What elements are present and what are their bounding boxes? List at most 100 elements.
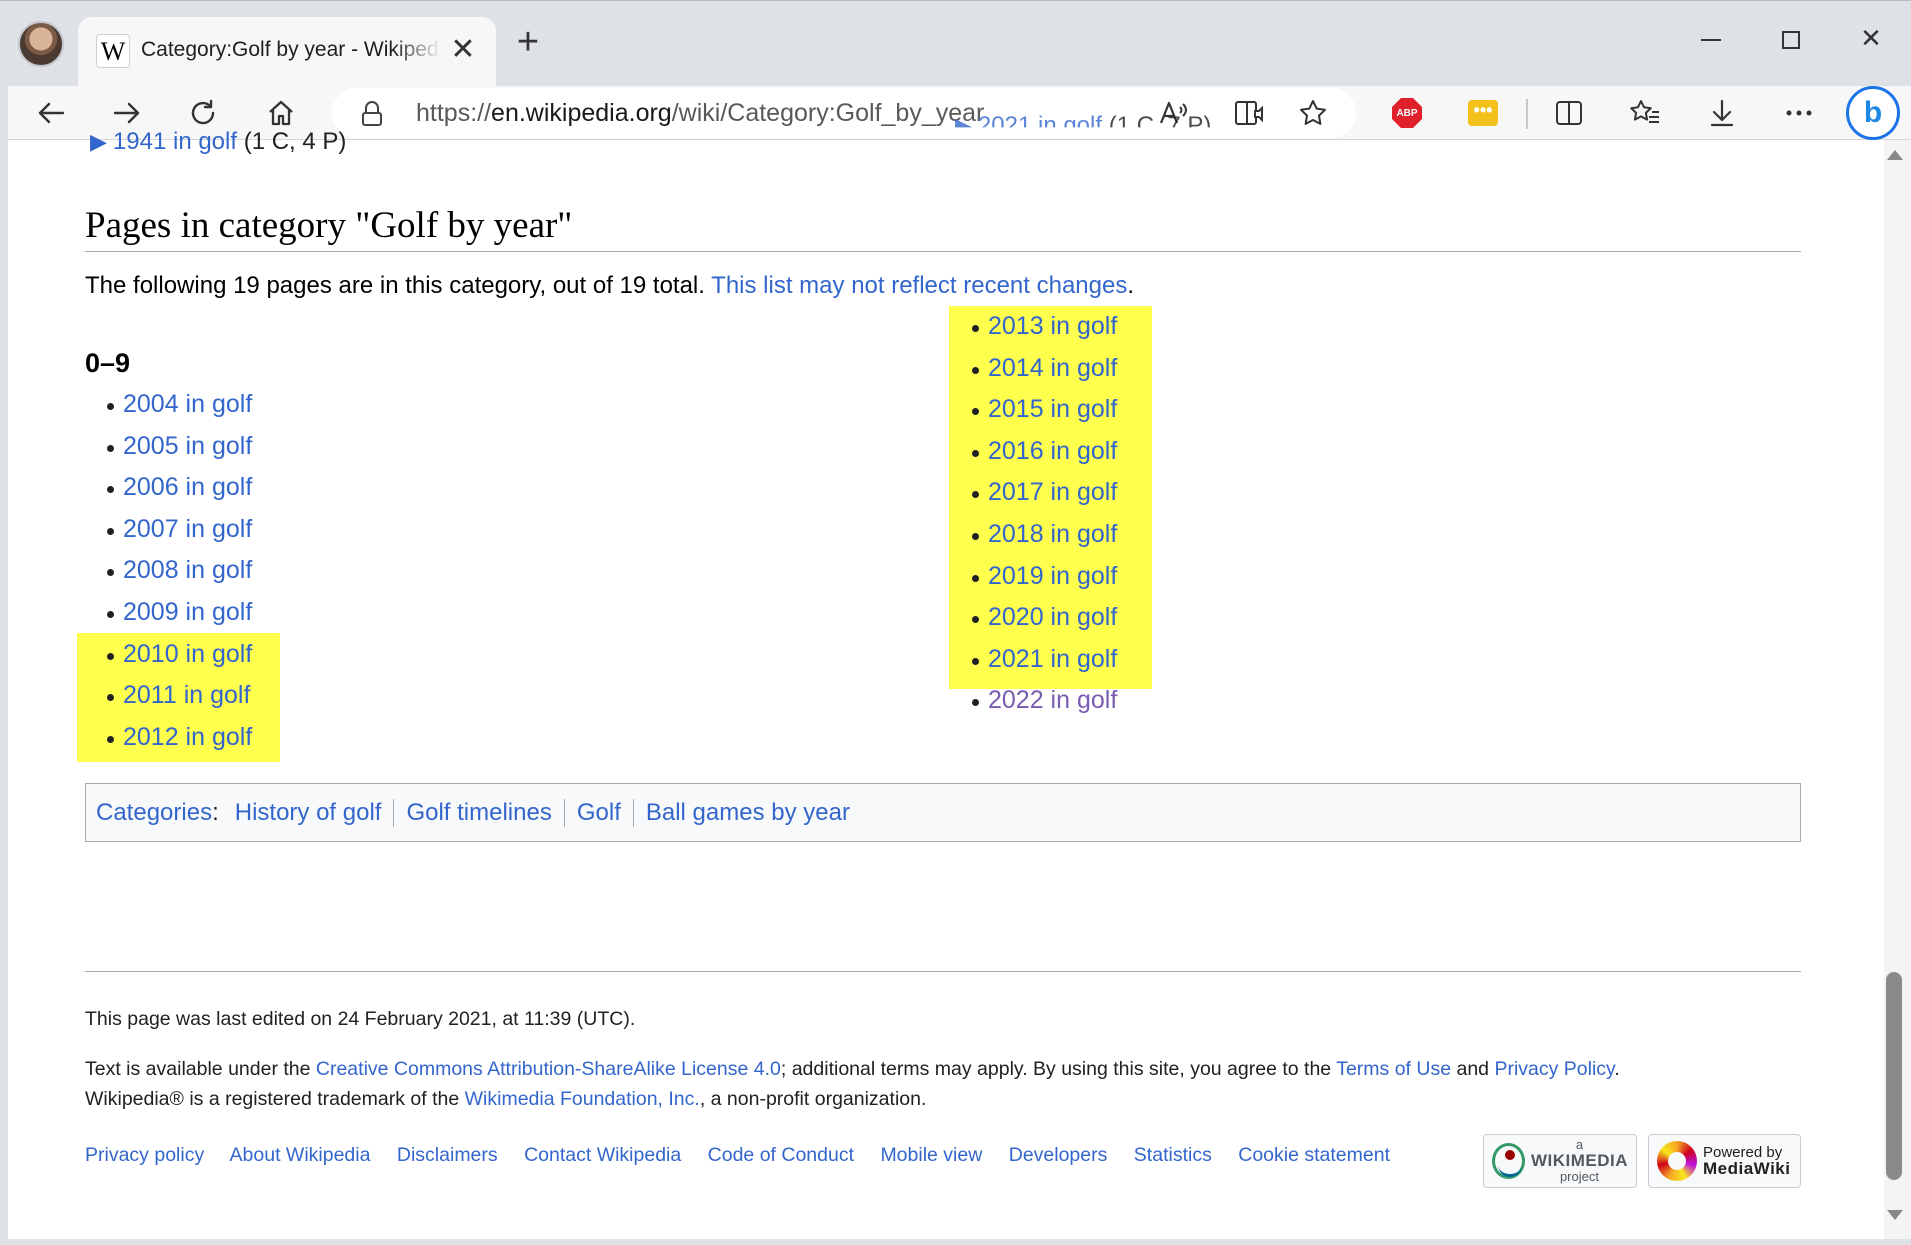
extension-icon[interactable]: •••	[1460, 90, 1506, 136]
trademark-text: Wikipedia® is a registered trademark of …	[85, 1088, 927, 1110]
immersive-reader-icon[interactable]	[1226, 90, 1272, 136]
wikimedia-project-badge[interactable]: a WIKIMEDIA project	[1483, 1134, 1637, 1188]
minimize-icon	[1701, 39, 1721, 42]
last-edited-text: This page was last edited on 24 February…	[85, 1008, 636, 1030]
favorites-icon[interactable]	[1622, 90, 1668, 136]
page-link[interactable]: 2020 in golf	[988, 603, 1117, 631]
page-link[interactable]: 2017 in golf	[988, 478, 1117, 506]
list-item: 2008 in golf	[85, 550, 252, 592]
page-list-left: 0–9 2004 in golf 2005 in golf 2006 in go…	[85, 346, 252, 758]
page-link[interactable]: 2004 in golf	[123, 390, 252, 418]
footer-link[interactable]: Cookie statement	[1238, 1144, 1390, 1166]
list-item: 2005 in golf	[85, 426, 252, 468]
url-text[interactable]: https://en.wikipedia.org/wiki/Category:G…	[416, 88, 984, 138]
page-link[interactable]: 2016 in golf	[988, 437, 1117, 465]
list-item: 2014 in golf	[950, 348, 1117, 390]
minimize-button[interactable]	[1686, 15, 1736, 61]
footer-link[interactable]: About Wikipedia	[230, 1144, 371, 1166]
footer-link[interactable]: Code of Conduct	[708, 1144, 854, 1166]
footer-link[interactable]: Contact Wikipedia	[524, 1144, 681, 1166]
list-item: 2011 in golf	[85, 675, 252, 717]
list-item: 2022 in golf	[950, 680, 1117, 722]
category-link[interactable]: History of golf	[235, 799, 382, 827]
category-divider	[632, 798, 634, 827]
page-link[interactable]: 2015 in golf	[988, 395, 1117, 423]
page-link[interactable]: 2019 in golf	[988, 562, 1117, 590]
window-frame-bottom	[0, 1239, 1911, 1245]
category-divider	[393, 798, 395, 827]
list-item: 2006 in golf	[85, 467, 252, 509]
list-item: 2009 in golf	[85, 592, 252, 634]
category-link[interactable]: Golf timelines	[406, 799, 551, 827]
list-item: 2004 in golf	[85, 384, 252, 426]
page-link[interactable]: 2010 in golf	[123, 640, 252, 668]
new-tab-button[interactable]: +	[508, 23, 548, 63]
scroll-down-icon[interactable]	[1887, 1210, 1903, 1220]
list-item: 2021 in golf	[950, 639, 1117, 681]
page-link[interactable]: 2013 in golf	[988, 312, 1117, 340]
split-screen-icon[interactable]	[1546, 90, 1592, 136]
footer-link[interactable]: Developers	[1009, 1144, 1108, 1166]
close-window-button[interactable]: ✕	[1846, 15, 1896, 61]
page-link[interactable]: 2007 in golf	[123, 515, 252, 543]
list-item: 2016 in golf	[950, 431, 1117, 473]
page-link[interactable]: 2005 in golf	[123, 432, 252, 460]
category-link[interactable]: Ball games by year	[646, 799, 850, 827]
list-item: 2010 in golf	[85, 634, 252, 676]
section-heading: Pages in category "Golf by year"	[85, 204, 1801, 252]
wikimedia-logo-icon	[1492, 1143, 1525, 1179]
category-divider	[563, 798, 565, 827]
profile-avatar[interactable]	[18, 21, 64, 67]
page-link[interactable]: 2018 in golf	[988, 520, 1117, 548]
scroll-up-icon[interactable]	[1887, 150, 1903, 160]
footer-link[interactable]: Privacy policy	[85, 1144, 204, 1166]
mediawiki-logo-icon	[1657, 1141, 1697, 1181]
subcategory-link[interactable]: 1941 in golf	[113, 128, 237, 155]
license-link[interactable]: Creative Commons Attribution-ShareAlike …	[316, 1058, 781, 1080]
page-link[interactable]: 2006 in golf	[123, 473, 252, 501]
powered-by-mediawiki-badge[interactable]: Powered by MediaWiki	[1648, 1134, 1801, 1188]
page-link[interactable]: 2008 in golf	[123, 556, 252, 584]
footer-link[interactable]: Mobile view	[880, 1144, 982, 1166]
terms-of-use-link[interactable]: Terms of Use	[1336, 1058, 1451, 1080]
favorite-star-icon[interactable]	[1290, 90, 1336, 136]
browser-tab-active[interactable]: W Category:Golf by year - Wikipedia ✕	[78, 17, 496, 87]
page-link[interactable]: 2021 in golf	[988, 645, 1117, 673]
privacy-policy-link[interactable]: Privacy Policy	[1494, 1058, 1614, 1080]
tab-title: Category:Golf by year - Wikipedia	[141, 38, 441, 61]
license-text: Text is available under the Creative Com…	[85, 1058, 1620, 1080]
group-heading: 0–9	[85, 348, 131, 378]
recent-changes-link[interactable]: This list may not reflect recent changes	[711, 272, 1127, 299]
downloads-icon[interactable]	[1699, 90, 1745, 136]
subcategory-count: (1 C, 4 P)	[243, 128, 347, 155]
page-link[interactable]: 2009 in golf	[123, 598, 252, 626]
list-item: 2007 in golf	[85, 509, 252, 551]
more-icon[interactable]	[1776, 90, 1822, 136]
back-icon[interactable]	[28, 90, 74, 136]
footer-links: Privacy policy About Wikipedia Disclaime…	[85, 1140, 1411, 1170]
page-link[interactable]: 2014 in golf	[988, 354, 1117, 382]
browser-titlebar: W Category:Golf by year - Wikipedia ✕ + …	[0, 0, 1911, 87]
page-link[interactable]: 2011 in golf	[123, 681, 250, 709]
lock-icon[interactable]	[362, 101, 382, 126]
category-link[interactable]: Golf	[577, 799, 621, 827]
list-item: 2015 in golf	[950, 389, 1117, 431]
footer-link[interactable]: Disclaimers	[397, 1144, 498, 1166]
list-item: 2020 in golf	[950, 597, 1117, 639]
wikipedia-favicon-icon: W	[96, 34, 130, 68]
footer-link[interactable]: Statistics	[1134, 1144, 1212, 1166]
subcategory-item-1941: ▶ 1941 in golf (1 C, 4 P)	[90, 128, 346, 156]
bing-icon[interactable]: b	[1846, 86, 1900, 140]
expand-triangle-icon[interactable]: ▶	[90, 129, 107, 154]
maximize-button[interactable]	[1766, 15, 1816, 61]
list-item: 2013 in golf	[950, 306, 1117, 348]
tab-close-icon[interactable]: ✕	[446, 33, 480, 67]
page-link[interactable]: 2012 in golf	[123, 723, 252, 751]
category-links-box: Categories: History of golf Golf timelin…	[85, 783, 1801, 842]
list-item: 2012 in golf	[85, 717, 252, 759]
scrollbar-thumb[interactable]	[1886, 972, 1902, 1180]
adblock-plus-icon[interactable]: ABP	[1384, 90, 1430, 136]
wikimedia-foundation-link[interactable]: Wikimedia Foundation, Inc.	[465, 1088, 700, 1110]
categories-link[interactable]: Categories	[96, 799, 212, 827]
page-link[interactable]: 2022 in golf	[988, 686, 1117, 714]
